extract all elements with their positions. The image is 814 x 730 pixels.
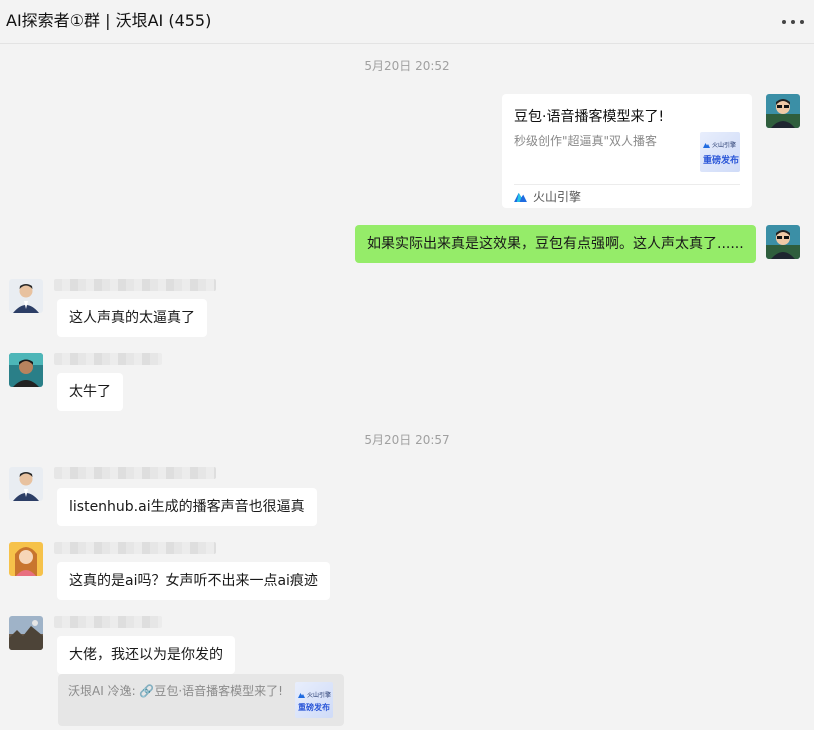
sender-name-blurred	[54, 467, 216, 479]
chat-header: AI探索者①群 | 沃垠AI (455)	[0, 0, 814, 44]
thumb-brand: 火山引擎	[703, 140, 736, 149]
card-title: 豆包·语音播客模型来了!	[514, 109, 665, 125]
timestamp: 5月20日 20:52	[364, 59, 450, 73]
member-avatar[interactable]	[9, 542, 43, 576]
sender-name-blurred	[54, 542, 216, 554]
message-bubble[interactable]: 大佬，我还以为是你发的	[57, 636, 235, 674]
sender-name-blurred	[54, 353, 162, 365]
quoted-text: 沃垠AI 冷逸: 🔗豆包·语音播客模型来了!	[68, 684, 283, 698]
member-avatar[interactable]	[9, 353, 43, 387]
my-avatar[interactable]	[766, 225, 800, 259]
message-bubble[interactable]: 这人声真的太逼真了	[57, 299, 207, 337]
card-divider	[514, 184, 740, 185]
card-source: 火山引擎	[514, 188, 581, 205]
message-bubble[interactable]: 这真的是ai吗？女声听不出来一点ai痕迹	[57, 562, 330, 600]
message-bubble[interactable]: listenhub.ai生成的播客声音也很逼真	[57, 488, 317, 526]
member-avatar[interactable]	[9, 279, 43, 313]
member-avatar[interactable]	[9, 467, 43, 501]
thumb-brand: 火山引擎	[298, 690, 331, 699]
member-avatar[interactable]	[9, 616, 43, 650]
my-avatar[interactable]	[766, 94, 800, 128]
message-bubble-self[interactable]: 如果实际出来真是这效果，豆包有点强啊。这人声太真了......	[355, 225, 756, 263]
card-thumbnail: 火山引擎 重磅发布	[700, 132, 740, 172]
more-options-icon[interactable]	[782, 12, 804, 32]
message-bubble[interactable]: 太牛了	[57, 373, 123, 411]
card-source-label: 火山引擎	[533, 190, 582, 204]
thumb-text: 重磅发布	[703, 156, 740, 166]
quoted-message[interactable]: 沃垠AI 冷逸: 🔗豆包·语音播客模型来了! 火山引擎 重磅发布	[58, 674, 344, 726]
quote-thumbnail: 火山引擎 重磅发布	[295, 682, 333, 718]
volcano-logo-icon	[703, 142, 710, 148]
volcano-engine-logo-icon	[514, 192, 527, 202]
card-description: 秒级创作"超逼真"双人播客	[514, 134, 658, 148]
sender-name-blurred	[54, 279, 216, 291]
shared-article-card[interactable]: 豆包·语音播客模型来了! 秒级创作"超逼真"双人播客 火山引擎 重磅发布 火山引…	[502, 94, 752, 208]
timestamp: 5月20日 20:57	[364, 433, 450, 447]
thumb-text: 重磅发布	[298, 703, 330, 712]
volcano-logo-icon	[298, 692, 305, 698]
sender-name-blurred	[54, 616, 162, 628]
chat-title[interactable]: AI探索者①群 | 沃垠AI (455)	[6, 7, 211, 31]
